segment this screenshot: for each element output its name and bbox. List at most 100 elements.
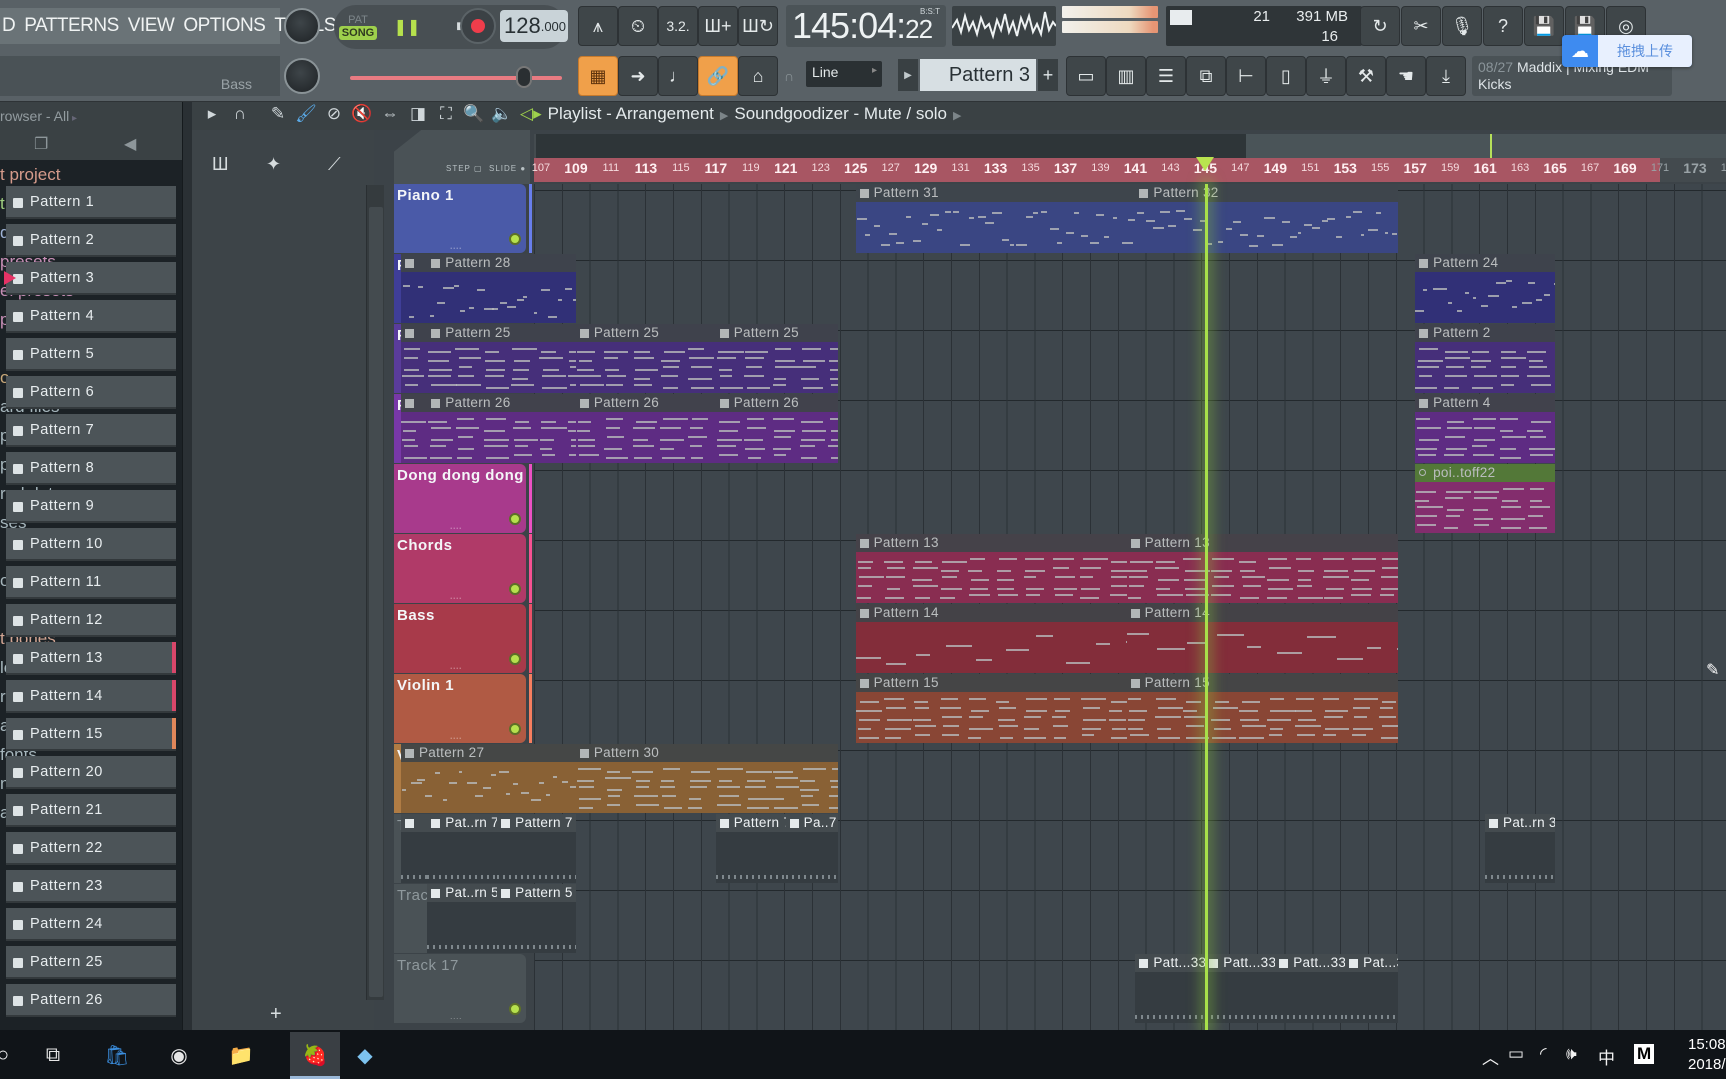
pattern-list-item[interactable]: Pattern 21 bbox=[6, 794, 176, 827]
pattern-clip[interactable]: Patt...33 bbox=[1205, 954, 1276, 1023]
pattern-clip[interactable]: Pa..7 bbox=[785, 814, 839, 883]
pattern-list-item[interactable]: Pattern 8 bbox=[6, 452, 176, 485]
pattern-clip[interactable]: Pattern 15 bbox=[855, 674, 1127, 743]
playlist-menu-icon[interactable]: ▸ bbox=[200, 104, 224, 128]
pattern-clip[interactable]: Pattern 5 bbox=[497, 884, 576, 953]
channel-rack-button[interactable]: ☰ bbox=[1146, 56, 1186, 96]
pencil-icon[interactable]: ✎ bbox=[266, 104, 290, 128]
pattern-list-item[interactable]: Pattern 12 bbox=[6, 604, 176, 637]
chrome-icon[interactable]: ◉ bbox=[162, 1040, 196, 1070]
pattern-clip[interactable] bbox=[400, 394, 428, 463]
portamento-button[interactable]: ♩ bbox=[658, 56, 698, 96]
slice-icon[interactable]: ◨ bbox=[406, 104, 430, 128]
track-header[interactable]: Track 17.... bbox=[394, 954, 526, 1023]
time-display[interactable]: 145:04:22 B:S:T bbox=[786, 5, 946, 47]
pattern-selector-value[interactable]: Pattern 3 bbox=[920, 59, 1036, 91]
app-icon[interactable]: ◆ bbox=[348, 1040, 382, 1070]
track-mute-led[interactable] bbox=[509, 583, 521, 595]
piano-roll-button[interactable]: ▥ bbox=[1106, 56, 1146, 96]
pattern-list-item[interactable]: Pattern 24 bbox=[6, 908, 176, 941]
track-grip[interactable]: .... bbox=[450, 731, 462, 741]
playlist-button[interactable]: ▭ bbox=[1066, 56, 1106, 96]
select-icon[interactable]: ⛶ bbox=[434, 104, 458, 128]
pattern-prev-button[interactable]: ▶ bbox=[898, 59, 918, 91]
pattern-clip[interactable]: Pattern 4 bbox=[1415, 394, 1555, 463]
track-header[interactable]: Chords.... bbox=[394, 534, 532, 603]
pattern-clip[interactable] bbox=[400, 254, 428, 323]
pattern-clip[interactable]: Pat..rn 5 bbox=[427, 884, 498, 953]
pattern-clip[interactable]: Pattern 25 bbox=[575, 324, 716, 393]
slip-icon[interactable]: ⇔ bbox=[378, 104, 402, 128]
fl-studio-icon[interactable]: 🍓 bbox=[298, 1040, 332, 1070]
browser-title[interactable]: rowser - All bbox=[0, 108, 69, 124]
files-icon[interactable]: ❐ bbox=[34, 134, 48, 154]
system-clock[interactable]: 15:08 2018/1 bbox=[1688, 1035, 1726, 1075]
slider-handle[interactable] bbox=[516, 66, 532, 88]
cut-tool-button[interactable]: ✂ bbox=[1401, 6, 1441, 46]
plugin-picker-button[interactable]: ⏚ bbox=[1306, 56, 1346, 96]
paint-icon[interactable]: 🖌 bbox=[294, 104, 318, 128]
browser-splitter[interactable] bbox=[182, 102, 192, 1030]
magnet-snap-icon[interactable]: ∩ bbox=[228, 104, 252, 128]
help-button[interactable]: ? bbox=[1483, 6, 1523, 46]
pattern-clip[interactable]: Pattern 14 bbox=[855, 604, 1127, 673]
track-mute-led[interactable] bbox=[509, 723, 521, 735]
pattern-clip[interactable]: Patt...33 bbox=[1135, 954, 1206, 1023]
pattern-list-item[interactable]: Pattern 20 bbox=[6, 756, 176, 789]
ime-indicator[interactable]: 中 bbox=[1598, 1044, 1615, 1069]
step-edit-button[interactable]: Ш+ bbox=[698, 6, 738, 46]
drag-upload-widget[interactable]: ☁ 拖拽上传 bbox=[1562, 35, 1692, 67]
pattern-list-item[interactable]: Pattern 4 bbox=[6, 300, 176, 333]
record-button[interactable] bbox=[460, 8, 496, 44]
pattern-list-item[interactable]: Pattern 10 bbox=[6, 528, 176, 561]
menu-add[interactable]: D bbox=[2, 15, 16, 37]
pattern-list-item[interactable]: Pattern 26 bbox=[6, 984, 176, 1017]
pattern-clip[interactable]: poi..toff22 bbox=[1415, 464, 1555, 533]
plugin-icon[interactable]: ◀ bbox=[124, 134, 136, 154]
pattern-list-item[interactable]: Pattern 5 bbox=[6, 338, 176, 371]
pattern-clip[interactable]: Pattern 31 bbox=[855, 184, 1136, 253]
pattern-clip[interactable]: Pattern 7 bbox=[497, 814, 576, 883]
cortana-icon[interactable]: ○ bbox=[0, 1040, 20, 1070]
pattern-clip[interactable]: Pattern 26 bbox=[427, 394, 576, 463]
browser-button[interactable]: ⊢ bbox=[1226, 56, 1266, 96]
menu-view[interactable]: VIEW bbox=[128, 15, 175, 37]
performance-button[interactable]: ⚒ bbox=[1346, 56, 1386, 96]
mixer-button[interactable]: ⧉ bbox=[1186, 56, 1226, 96]
slide-label[interactable]: SLIDE bbox=[489, 164, 517, 173]
pattern-list-item[interactable]: Pattern 7 bbox=[6, 414, 176, 447]
pattern-clip[interactable]: Pattern 32 bbox=[1135, 184, 1398, 253]
timeline-ruler[interactable]: 107 109 111 113 115 117 119 121 123 125 127 129 131 1… bbox=[532, 158, 1660, 182]
pattern-clip[interactable]: Pat..rn 3 bbox=[1485, 814, 1555, 883]
project-button[interactable]: ▯ bbox=[1266, 56, 1306, 96]
main-pitch-slider[interactable] bbox=[350, 66, 562, 88]
volume-icon[interactable]: 🕪 bbox=[1566, 1044, 1577, 1064]
master-pitch-knob[interactable] bbox=[284, 58, 320, 94]
menu-patterns[interactable]: PATTERNS bbox=[24, 15, 119, 37]
track-grip[interactable]: .... bbox=[450, 661, 462, 671]
loop-record-button[interactable]: Ш↻ bbox=[738, 6, 778, 46]
pause-button[interactable]: ❚❚ bbox=[387, 7, 427, 47]
wait-input-button[interactable]: ⏲ bbox=[618, 6, 658, 46]
step-label[interactable]: STEP bbox=[446, 164, 471, 173]
download-button[interactable]: ⤓ bbox=[1426, 56, 1466, 96]
task-view-icon[interactable]: ⧉ bbox=[36, 1040, 70, 1070]
pattern-list-item[interactable]: Pattern 13 bbox=[6, 642, 176, 675]
pattern-list-item[interactable]: Pattern 14 bbox=[6, 680, 176, 713]
track-header[interactable]: Violin 1.... bbox=[394, 674, 532, 743]
track-grip[interactable]: .... bbox=[450, 591, 462, 601]
playlist-overview[interactable] bbox=[536, 134, 1726, 158]
zoom-icon[interactable]: 🔍 bbox=[462, 104, 486, 128]
pattern-list-item[interactable]: Pattern 25 bbox=[6, 946, 176, 979]
file-explorer-icon[interactable]: 📁 bbox=[224, 1040, 258, 1070]
delete-icon[interactable]: ⊘ bbox=[322, 104, 346, 128]
pattern-list-item[interactable]: Pattern 3 bbox=[4, 262, 176, 295]
piano-icon[interactable]: Ш bbox=[212, 154, 229, 175]
track-header[interactable]: Dong dong dong.... bbox=[394, 464, 532, 533]
track-grip[interactable]: .... bbox=[450, 521, 462, 531]
playback-icon[interactable]: 🔈 bbox=[490, 104, 514, 128]
pattern-clip[interactable]: Pattern 7 bbox=[715, 814, 786, 883]
pattern-clip[interactable]: Pat..rn 7 bbox=[427, 814, 498, 883]
add-pattern-button[interactable]: + bbox=[1038, 59, 1058, 91]
automation-icon[interactable]: ⟋ bbox=[328, 154, 341, 175]
